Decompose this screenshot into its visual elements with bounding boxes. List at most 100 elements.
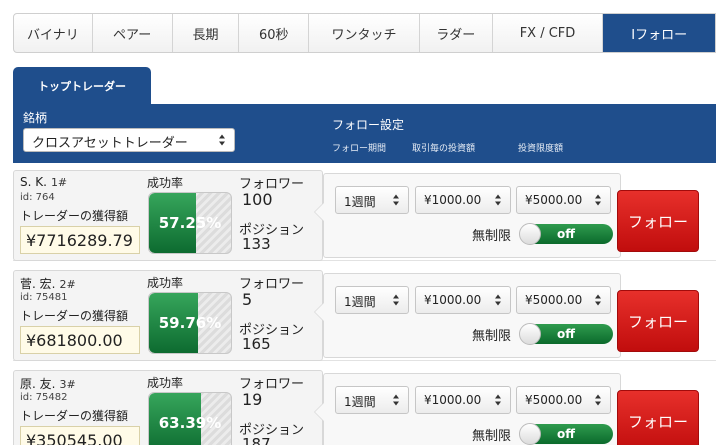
success-rate-label: 成功率 [147,176,184,190]
follow-button[interactable]: フォロー [617,390,699,445]
trader-rank: 1# [50,176,68,189]
tab-60-seconds[interactable]: 60秒 [239,14,310,52]
updown-icon [495,194,502,206]
follow-period-select[interactable]: 1週間 [335,286,409,314]
symbol-select[interactable]: クロスアセットトレーダー [23,128,235,152]
follow-settings-title: フォロー設定 [332,118,405,132]
no-limit-label: 無制限 [472,429,512,444]
trader-id: id: 75482 [20,392,68,403]
col-follow-period: フォロー期間 [332,144,387,154]
updown-icon [393,294,400,306]
positions-count: 165 [242,335,271,353]
tab-top-traders[interactable]: トップトレーダー [13,67,151,105]
product-tabs: バイナリ ペアー 長期 60秒 ワンタッチ ラダー FX / CFD Iフォロー [13,13,716,53]
follow-settings-panel: 1週間 ¥1000.00 ¥5000.00 無制限 off [314,173,621,258]
updown-icon [393,194,400,206]
trader-name: 菅. 宏. [20,277,56,291]
follow-header: 銘柄 クロスアセットトレーダー フォロー設定 フォロー期間 取引毎の投資額 投資… [13,104,716,163]
trader-row: S. K. 1# id: 764 トレーダーの獲得額 ¥7716289.79 成功… [13,170,716,261]
investment-limit-select[interactable]: ¥5000.00 [516,386,611,414]
updown-icon [495,294,502,306]
toggle-state: off [557,327,575,341]
trader-name: 原. 友. [20,377,56,391]
trader-row: 菅. 宏. 2# id: 75481 トレーダーの獲得額 ¥681800.00 成… [13,270,716,361]
follow-period-select[interactable]: 1週間 [335,386,409,414]
tab-i-follow[interactable]: Iフォロー [603,14,715,52]
per-trade-select[interactable]: ¥1000.00 [415,186,511,214]
updown-icon [595,194,602,206]
success-rate-value: 57.25% [158,214,222,232]
followers-count: 100 [242,190,273,209]
toggle-knob [519,323,541,345]
success-rate-value: 63.39% [158,414,222,432]
per-trade-select[interactable]: ¥1000.00 [415,286,511,314]
col-per-trade: 取引毎の投資額 [412,144,476,154]
updown-icon [595,394,602,406]
success-rate-value: 59.76% [158,314,222,332]
investment-limit-select[interactable]: ¥5000.00 [516,286,611,314]
success-rate-meter: 63.39% [148,392,232,445]
followers-count: 5 [242,290,253,309]
updown-icon [219,134,226,146]
follow-period-value: 1週間 [344,295,376,309]
symbol-select-value: クロスアセットトレーダー [32,136,188,151]
updown-icon [393,394,400,406]
follow-button[interactable]: フォロー [617,290,699,352]
follow-period-select[interactable]: 1週間 [335,186,409,214]
earnings-label: トレーダーの獲得額 [20,409,129,423]
earnings-value: ¥350545.00 [20,426,140,445]
no-limit-toggle[interactable]: off [519,323,613,345]
investment-limit-select[interactable]: ¥5000.00 [516,186,611,214]
tab-one-touch[interactable]: ワンタッチ [309,14,420,52]
updown-icon [495,394,502,406]
earnings-label: トレーダーの獲得額 [20,209,129,223]
trader-panel: 原. 友. 3# id: 75482 トレーダーの獲得額 ¥350545.00 成… [13,370,323,445]
col-investment-limit: 投資限度額 [518,144,564,154]
success-rate-meter: 59.76% [148,292,232,354]
tab-pair[interactable]: ペアー [93,14,173,52]
trader-panel: S. K. 1# id: 764 トレーダーの獲得額 ¥7716289.79 成功… [13,170,323,261]
toggle-knob [519,423,541,445]
earnings-value: ¥681800.00 [20,326,140,354]
per-trade-value: ¥1000.00 [424,293,482,307]
no-limit-label: 無制限 [472,329,512,344]
success-rate-label: 成功率 [147,376,184,390]
followers-count: 19 [242,390,263,409]
positions-count: 187 [242,435,271,445]
toggle-knob [519,223,541,245]
trader-id: id: 75481 [20,292,68,303]
updown-icon [595,294,602,306]
follow-settings-panel: 1週間 ¥1000.00 ¥5000.00 無制限 off [314,273,621,358]
follow-settings-panel: 1週間 ¥1000.00 ¥5000.00 無制限 off [314,373,621,445]
per-trade-value: ¥1000.00 [424,393,482,407]
trader-row: 原. 友. 3# id: 75482 トレーダーの獲得額 ¥350545.00 成… [13,370,716,445]
follow-period-value: 1週間 [344,195,376,209]
tab-ladder[interactable]: ラダー [420,14,493,52]
investment-limit-value: ¥5000.00 [525,293,583,307]
no-limit-toggle[interactable]: off [519,223,613,245]
trader-rank: 3# [59,378,76,391]
per-trade-select[interactable]: ¥1000.00 [415,386,511,414]
success-rate-meter: 57.25% [148,192,232,254]
trader-name: S. K. [20,175,47,189]
follow-period-value: 1週間 [344,395,376,409]
positions-count: 133 [242,235,271,253]
tab-binary[interactable]: バイナリ [14,14,93,52]
tab-long-term[interactable]: 長期 [173,14,240,52]
earnings-label: トレーダーの獲得額 [20,309,129,323]
follow-button[interactable]: フォロー [617,190,699,252]
success-rate-label: 成功率 [147,276,184,290]
investment-limit-value: ¥5000.00 [525,193,583,207]
no-limit-toggle[interactable]: off [519,423,613,445]
trader-id: id: 764 [20,192,55,203]
earnings-value: ¥7716289.79 [20,226,140,254]
toggle-state: off [557,227,575,241]
no-limit-label: 無制限 [472,229,512,244]
investment-limit-value: ¥5000.00 [525,393,583,407]
symbol-label: 銘柄 [23,111,48,125]
per-trade-value: ¥1000.00 [424,193,482,207]
trader-rank: 2# [59,278,76,291]
tab-fx-cfd[interactable]: FX / CFD [493,14,604,52]
toggle-state: off [557,427,575,441]
trader-panel: 菅. 宏. 2# id: 75481 トレーダーの獲得額 ¥681800.00 成… [13,270,323,361]
